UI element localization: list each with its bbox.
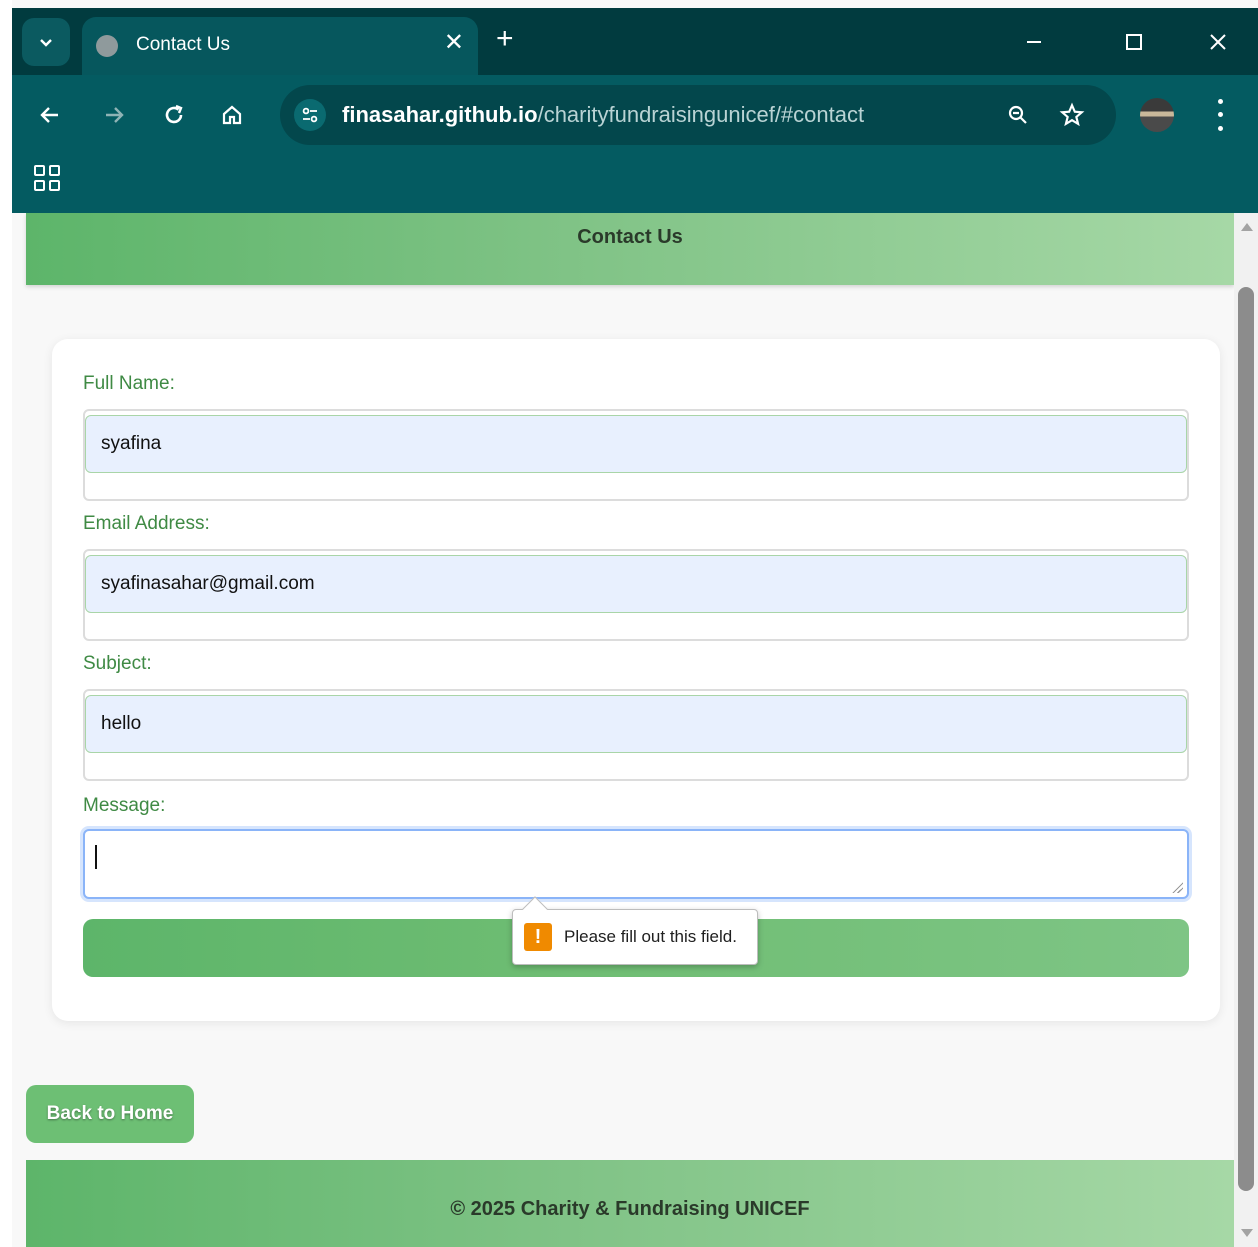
scroll-up-icon[interactable] [1241, 223, 1253, 231]
active-tab[interactable]: Contact Us ✕ [82, 17, 478, 75]
full-name-label: Full Name: [83, 373, 175, 394]
menu-icon[interactable] [1210, 95, 1230, 135]
window-edge [0, 0, 12, 1247]
subject-wrapper [83, 689, 1189, 781]
page-footer: © 2025 Charity & Fundraising UNICEF [26, 1160, 1234, 1247]
email-wrapper [83, 549, 1189, 641]
reload-icon[interactable] [156, 97, 192, 133]
tab-strip: Contact Us ✕ + [12, 8, 1258, 75]
star-icon[interactable] [1054, 97, 1090, 133]
page-viewport: Contact Us Full Name: Email Address: Sub… [12, 213, 1234, 1247]
back-arrow-icon[interactable] [32, 97, 68, 133]
message-field[interactable] [83, 829, 1189, 899]
site-settings-icon[interactable] [294, 99, 326, 131]
close-window-icon[interactable] [1198, 22, 1238, 62]
resize-handle[interactable] [1171, 881, 1183, 893]
full-name-wrapper [83, 409, 1189, 501]
forward-arrow-icon[interactable] [96, 97, 132, 133]
warning-icon: ! [524, 923, 552, 951]
back-to-home-button[interactable]: Back to Home [26, 1085, 194, 1143]
scroll-down-icon[interactable] [1241, 1229, 1253, 1237]
email-field[interactable] [85, 555, 1187, 613]
apps-icon[interactable] [34, 165, 60, 191]
browser-toolbar: finasahar.github.io/charityfundraisingun… [12, 75, 1258, 213]
zoom-icon[interactable] [1000, 97, 1036, 133]
tab-title: Contact Us [136, 34, 230, 55]
full-name-field[interactable] [85, 415, 1187, 473]
minimize-icon[interactable] [1014, 22, 1054, 62]
close-icon[interactable]: ✕ [444, 29, 464, 57]
chevron-down-icon [40, 39, 52, 47]
url-host: finasahar.github.io [342, 102, 538, 127]
address-bar[interactable]: finasahar.github.io/charityfundraisingun… [280, 85, 1116, 145]
globe-icon [96, 35, 118, 57]
text-caret [95, 845, 97, 869]
home-icon[interactable] [214, 97, 250, 133]
vertical-scrollbar[interactable] [1234, 213, 1258, 1247]
subject-label: Subject: [83, 653, 152, 674]
message-label: Message: [83, 795, 166, 816]
email-label: Email Address: [83, 513, 210, 534]
profile-avatar[interactable] [1140, 98, 1174, 132]
url-text: finasahar.github.io/charityfundraisingun… [342, 102, 864, 128]
footer-copyright: © 2025 Charity & Fundraising UNICEF [450, 1198, 810, 1220]
url-path: /charityfundraisingunicef/#contact [537, 102, 865, 127]
plus-icon[interactable]: + [496, 22, 514, 56]
tab-search-button[interactable] [22, 18, 70, 66]
page-header: Contact Us [26, 213, 1234, 285]
page-title: Contact Us [577, 226, 683, 248]
validation-tooltip: ! Please fill out this field. [512, 896, 758, 965]
scroll-thumb[interactable] [1238, 287, 1254, 1191]
validation-message: Please fill out this field. [564, 927, 737, 946]
maximize-icon[interactable] [1114, 22, 1154, 62]
subject-field[interactable] [85, 695, 1187, 753]
